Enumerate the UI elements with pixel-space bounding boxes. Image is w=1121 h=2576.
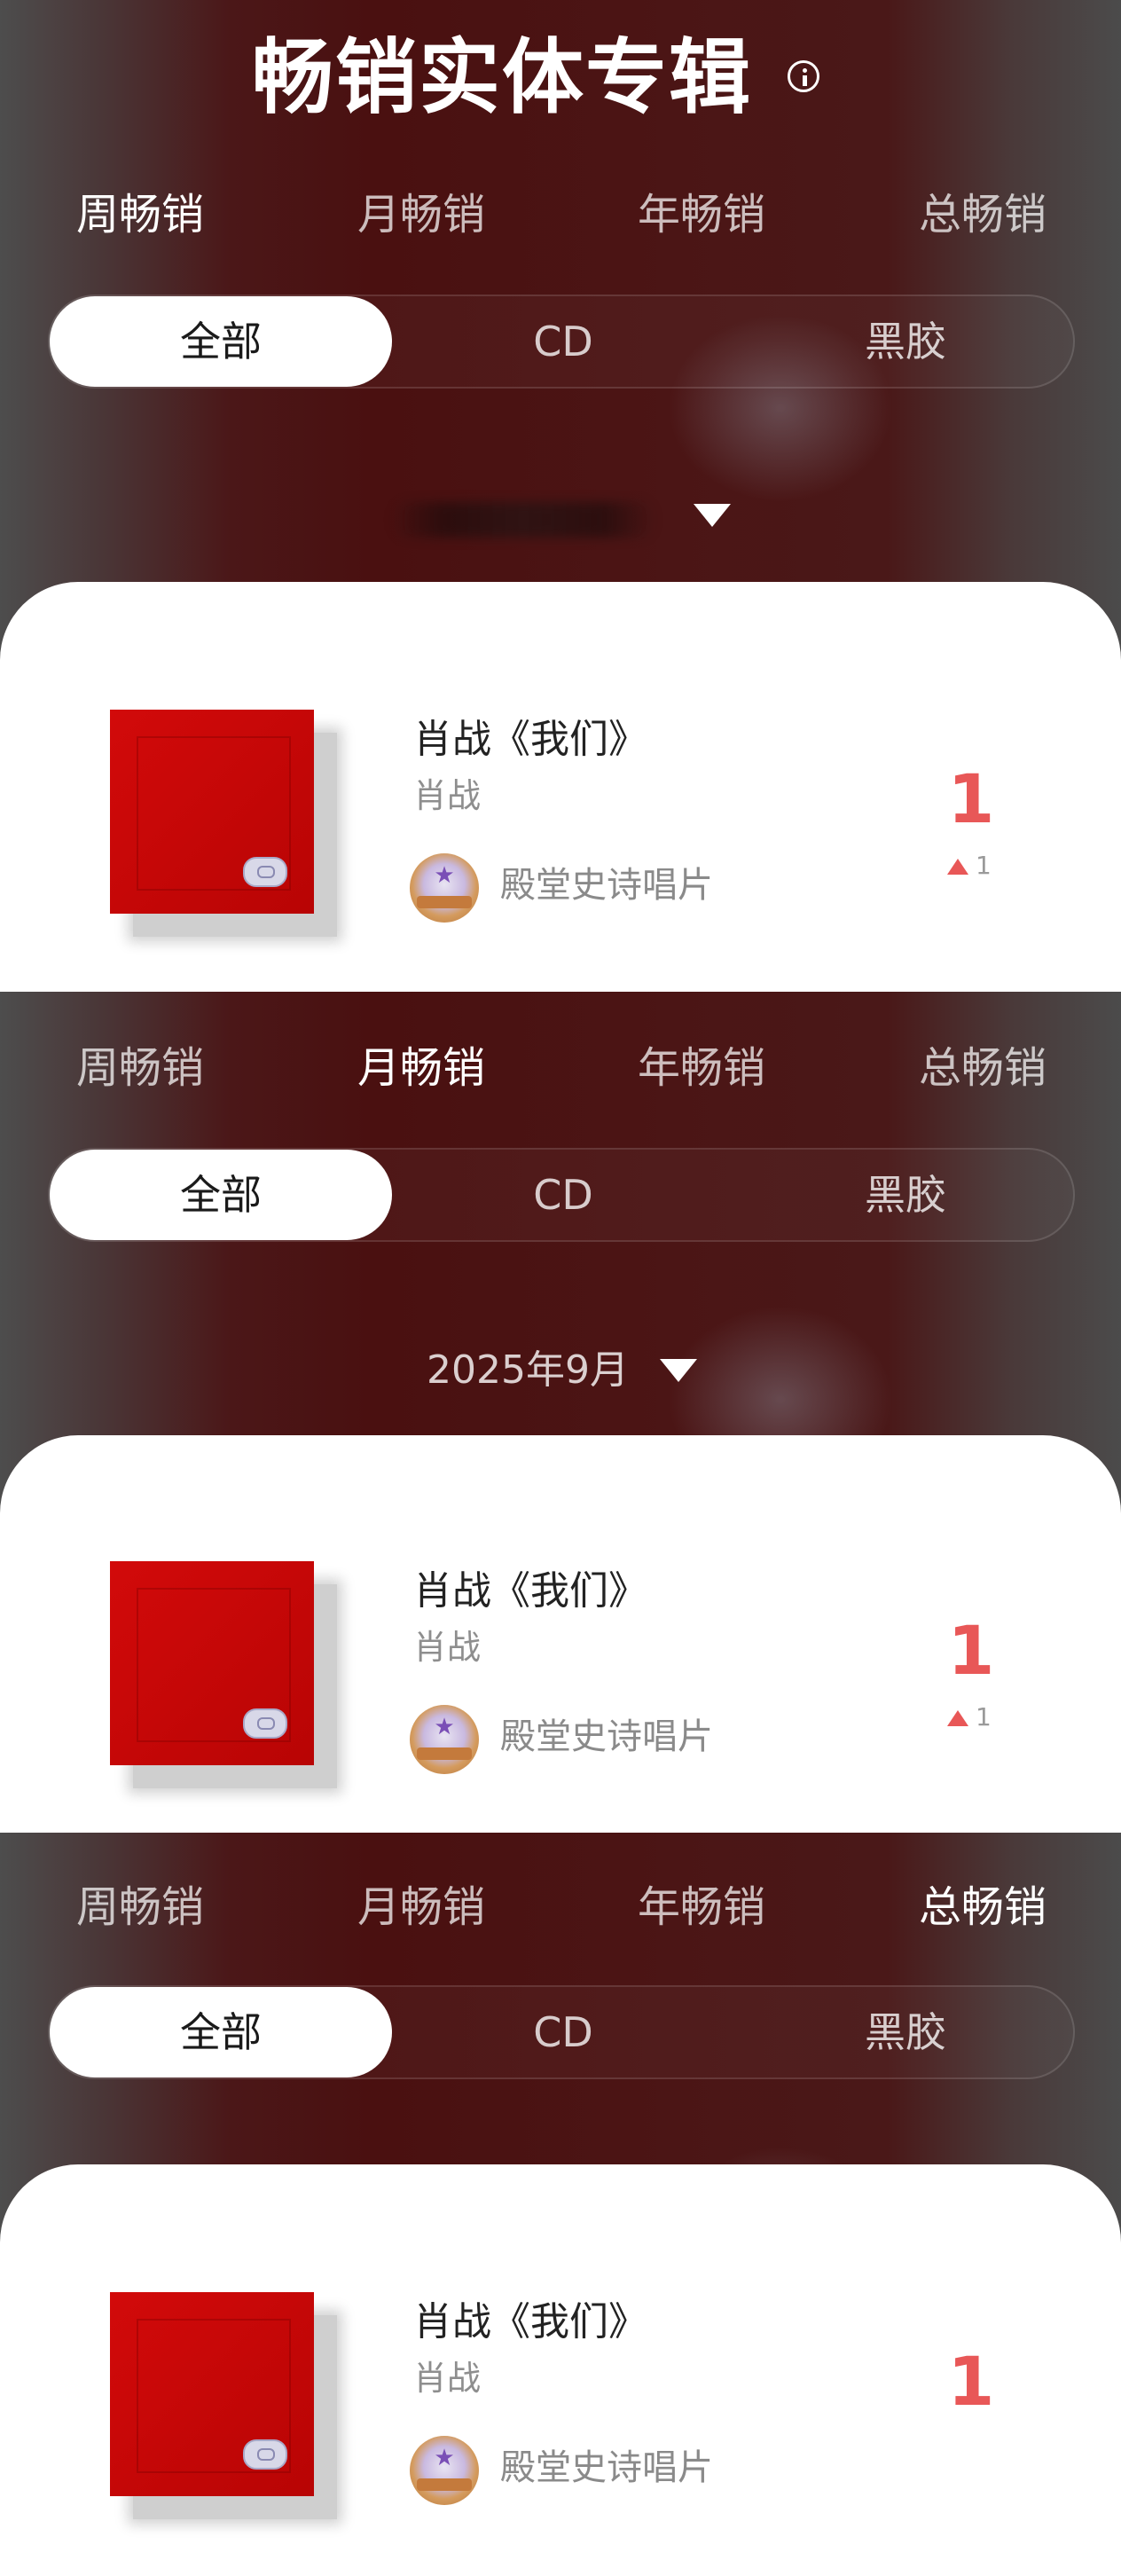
tab-yearly[interactable]: 年畅销	[591, 1872, 812, 1943]
rank-number: 1	[947, 759, 995, 838]
segment-vinyl[interactable]: 黑胶	[734, 1987, 1077, 2077]
period-tabs: 周畅销 月畅销 年畅销 总畅销	[0, 1033, 1121, 1103]
segment-vinyl[interactable]: 黑胶	[734, 1150, 1077, 1240]
album-badge	[243, 1708, 287, 1739]
segment-cd[interactable]: CD	[392, 296, 734, 387]
album-cover[interactable]	[110, 710, 314, 914]
info-icon[interactable]	[788, 60, 819, 92]
page-title: 畅销实体专辑	[252, 30, 753, 125]
segment-all[interactable]: 全部	[50, 296, 392, 387]
format-segmented-control: CD 黑胶 全部	[48, 1985, 1075, 2079]
chart-section-weekly: 畅销实体专辑 周畅销 月畅销 年畅销 总畅销 CD 黑胶 全部 肖战《我们》 肖…	[0, 0, 1121, 992]
medal-icon	[410, 1705, 479, 1774]
album-badge	[243, 857, 287, 887]
tab-yearly[interactable]: 年畅销	[591, 1033, 812, 1103]
tab-total[interactable]: 总畅销	[872, 1872, 1094, 1943]
album-artist: 肖战	[413, 776, 482, 815]
chart-section-total: 周畅销 月畅销 年畅销 总畅销 CD 黑胶 全部 肖战《我们》 肖战 殿堂史诗唱…	[0, 1833, 1121, 2576]
tab-weekly[interactable]: 周畅销	[29, 1872, 251, 1943]
album-title[interactable]: 肖战《我们》	[413, 2296, 647, 2349]
format-segmented-control: CD 黑胶 全部	[48, 295, 1075, 389]
album-badge	[243, 2439, 287, 2470]
album-artist: 肖战	[413, 1628, 482, 1667]
segment-all[interactable]: 全部	[50, 1150, 392, 1240]
rank-change-value: 1	[976, 851, 992, 880]
period-text-blurred	[390, 502, 656, 538]
rank-up-icon	[947, 1710, 968, 1726]
album-title[interactable]: 肖战《我们》	[413, 1565, 647, 1618]
rank-change: 1	[947, 850, 992, 882]
chart-card: 肖战《我们》 肖战 殿堂史诗唱片 1 1	[0, 1435, 1121, 1833]
tab-weekly[interactable]: 周畅销	[29, 1033, 251, 1103]
rank-up-icon	[947, 859, 968, 875]
album-artist: 肖战	[413, 2359, 482, 2398]
medal-icon	[410, 2436, 479, 2505]
chart-card: 肖战《我们》 肖战 殿堂史诗唱片 1	[0, 2164, 1121, 2576]
period-tabs: 周畅销 月畅销 年畅销 总畅销	[0, 179, 1121, 250]
tab-yearly[interactable]: 年畅销	[591, 179, 812, 250]
medal-icon	[410, 853, 479, 923]
tab-total[interactable]: 总畅销	[872, 1033, 1094, 1103]
tab-monthly[interactable]: 月畅销	[310, 1872, 532, 1943]
tab-weekly[interactable]: 周畅销	[29, 179, 251, 250]
medal-label: 殿堂史诗唱片	[500, 2447, 713, 2488]
period-tabs: 周畅销 月畅销 年畅销 总畅销	[0, 1872, 1121, 1943]
chart-card: 肖战《我们》 肖战 殿堂史诗唱片 1 1	[0, 582, 1121, 992]
rank-number: 1	[947, 1611, 995, 1690]
rank-change: 1	[947, 1701, 992, 1733]
tab-monthly[interactable]: 月畅销	[310, 179, 532, 250]
tab-total[interactable]: 总畅销	[872, 179, 1094, 250]
period-selector[interactable]	[0, 484, 1121, 546]
period-text: 2025年9月	[427, 1347, 629, 1393]
medal-label: 殿堂史诗唱片	[500, 865, 713, 906]
tab-monthly[interactable]: 月畅销	[310, 1033, 532, 1103]
rank-change-value: 1	[976, 1702, 992, 1732]
rank-number: 1	[947, 2342, 995, 2421]
chart-section-monthly: 周畅销 月畅销 年畅销 总畅销 CD 黑胶 全部 2025年9月 肖战《我们》 …	[0, 992, 1121, 1833]
segment-cd[interactable]: CD	[392, 1150, 734, 1240]
caret-down-icon	[694, 504, 731, 527]
album-cover[interactable]	[110, 2292, 314, 2496]
segment-cd[interactable]: CD	[392, 1987, 734, 2077]
medal-label: 殿堂史诗唱片	[500, 1716, 713, 1757]
format-segmented-control: CD 黑胶 全部	[48, 1148, 1075, 1242]
segment-all[interactable]: 全部	[50, 1987, 392, 2077]
album-title[interactable]: 肖战《我们》	[413, 713, 647, 766]
album-cover[interactable]	[110, 1561, 314, 1765]
period-selector[interactable]: 2025年9月	[0, 1339, 1121, 1402]
caret-down-icon	[660, 1359, 697, 1382]
segment-vinyl[interactable]: 黑胶	[734, 296, 1077, 387]
